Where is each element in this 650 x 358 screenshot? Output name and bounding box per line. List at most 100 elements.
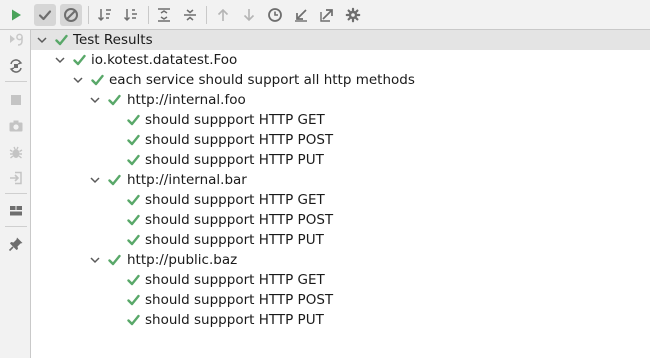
side-toolbar-separator bbox=[5, 193, 27, 194]
stop-icon bbox=[11, 95, 21, 105]
tree-node-label: should suppport HTTP POST bbox=[145, 132, 334, 148]
show-ignored-toggle[interactable] bbox=[60, 4, 82, 26]
side-toolbar-separator bbox=[5, 81, 27, 82]
toggle-auto-test-button[interactable] bbox=[5, 56, 27, 76]
show-passed-toggle[interactable] bbox=[34, 4, 56, 26]
tree-node-test[interactable]: should suppport HTTP PUT bbox=[31, 310, 650, 330]
layout-button[interactable] bbox=[5, 201, 27, 221]
export-tests-button[interactable] bbox=[316, 4, 338, 26]
tree-node-group[interactable]: http://public.baz bbox=[31, 250, 650, 270]
stop-button[interactable] bbox=[5, 90, 27, 110]
tree-node-label: should suppport HTTP POST bbox=[145, 212, 334, 228]
next-failed-button[interactable] bbox=[238, 4, 260, 26]
tree-node-test[interactable]: should suppport HTTP POST bbox=[31, 210, 650, 230]
screenshot-button[interactable] bbox=[5, 116, 27, 136]
rerun-failed-icon bbox=[10, 33, 23, 46]
tree-node-label: http://internal.foo bbox=[127, 92, 246, 108]
chevron-down-icon[interactable] bbox=[89, 254, 101, 266]
passed-check-icon bbox=[91, 74, 104, 86]
play-icon bbox=[12, 9, 21, 21]
passed-check-icon bbox=[127, 294, 140, 306]
chevron-down-icon[interactable] bbox=[89, 94, 101, 106]
passed-check-icon bbox=[127, 314, 140, 326]
chevron-down-icon[interactable] bbox=[54, 54, 66, 66]
debug-button[interactable] bbox=[5, 142, 27, 162]
toolbar-separator bbox=[206, 6, 207, 24]
tree-node-label: io.kotest.datatest.Foo bbox=[91, 52, 238, 68]
tree-node-spec[interactable]: io.kotest.datatest.Foo bbox=[31, 50, 650, 70]
check-icon bbox=[38, 10, 52, 21]
sort-duration-icon bbox=[123, 9, 137, 22]
settings-button[interactable] bbox=[342, 4, 364, 26]
layout-icon bbox=[10, 206, 22, 216]
collapse-all-icon bbox=[184, 9, 196, 21]
chevron-down-icon[interactable] bbox=[89, 174, 101, 186]
passed-check-icon bbox=[73, 54, 86, 66]
toolbar-separator bbox=[88, 6, 89, 24]
clock-icon bbox=[268, 8, 282, 22]
previous-failed-button[interactable] bbox=[212, 4, 234, 26]
tree-node-label: should suppport HTTP GET bbox=[145, 192, 325, 208]
tree-node-label: should suppport HTTP GET bbox=[145, 272, 325, 288]
test-history-button[interactable] bbox=[264, 4, 286, 26]
tree-node-test[interactable]: should suppport HTTP GET bbox=[31, 110, 650, 130]
passed-check-icon bbox=[55, 34, 68, 46]
tree-node-label: http://internal.bar bbox=[127, 172, 247, 188]
test-runner-toolbar bbox=[0, 0, 650, 30]
test-results-tree: Test Results io.kotest.datatest.Foo each… bbox=[31, 30, 650, 358]
tree-node-test[interactable]: should suppport HTTP PUT bbox=[31, 150, 650, 170]
auto-rerun-icon bbox=[9, 59, 23, 73]
sort-alphabetically-button[interactable] bbox=[94, 4, 116, 26]
tree-node-group[interactable]: http://internal.bar bbox=[31, 170, 650, 190]
camera-icon bbox=[9, 120, 23, 132]
tree-node-label: should suppport HTTP GET bbox=[145, 112, 325, 128]
arrow-up-icon bbox=[217, 8, 229, 21]
exit-icon bbox=[10, 171, 22, 185]
chevron-down-icon[interactable] bbox=[72, 74, 84, 86]
passed-check-icon bbox=[127, 114, 140, 126]
bug-icon bbox=[9, 146, 23, 159]
pin-icon bbox=[8, 237, 23, 252]
tree-node-label: should suppport HTTP POST bbox=[145, 292, 334, 308]
passed-check-icon bbox=[108, 254, 121, 266]
tree-node-label: Test Results bbox=[73, 32, 153, 48]
expand-all-icon bbox=[158, 8, 170, 22]
arrow-down-icon bbox=[243, 9, 255, 22]
tree-node-test[interactable]: should suppport HTTP POST bbox=[31, 290, 650, 310]
toolbar-separator bbox=[148, 6, 149, 24]
passed-check-icon bbox=[108, 94, 121, 106]
tree-node-group[interactable]: http://internal.foo bbox=[31, 90, 650, 110]
rerun-button[interactable] bbox=[5, 5, 27, 25]
tree-node-test-results[interactable]: Test Results bbox=[31, 30, 650, 50]
import-tests-button[interactable] bbox=[290, 4, 312, 26]
pin-tab-button[interactable] bbox=[5, 234, 27, 254]
chevron-down-icon[interactable] bbox=[36, 34, 48, 46]
passed-check-icon bbox=[127, 234, 140, 246]
passed-check-icon bbox=[108, 174, 121, 186]
test-runner-side-toolbar bbox=[0, 30, 31, 358]
sort-alpha-icon bbox=[97, 9, 111, 22]
passed-check-icon bbox=[127, 154, 140, 166]
import-arrow-icon bbox=[295, 9, 307, 22]
tree-node-test[interactable]: should suppport HTTP GET bbox=[31, 190, 650, 210]
tree-node-label: each service should support all http met… bbox=[109, 72, 415, 88]
side-toolbar-separator bbox=[5, 226, 27, 227]
gear-icon bbox=[345, 7, 361, 23]
tree-node-test[interactable]: should suppport HTTP PUT bbox=[31, 230, 650, 250]
expand-all-button[interactable] bbox=[153, 4, 175, 26]
passed-check-icon bbox=[127, 194, 140, 206]
tree-node-test[interactable]: should suppport HTTP GET bbox=[31, 270, 650, 290]
passed-check-icon bbox=[127, 274, 140, 286]
tree-node-label: should suppport HTTP PUT bbox=[145, 232, 324, 248]
tree-node-test[interactable]: should suppport HTTP POST bbox=[31, 130, 650, 150]
exit-button[interactable] bbox=[5, 168, 27, 188]
ban-icon bbox=[64, 8, 78, 22]
tree-node-context[interactable]: each service should support all http met… bbox=[31, 70, 650, 90]
rerun-failed-button[interactable] bbox=[5, 30, 27, 50]
passed-check-icon bbox=[127, 134, 140, 146]
passed-check-icon bbox=[127, 214, 140, 226]
tree-node-label: should suppport HTTP PUT bbox=[145, 312, 324, 328]
tree-node-label: should suppport HTTP PUT bbox=[145, 152, 324, 168]
sort-by-duration-button[interactable] bbox=[120, 4, 142, 26]
collapse-all-button[interactable] bbox=[179, 4, 201, 26]
